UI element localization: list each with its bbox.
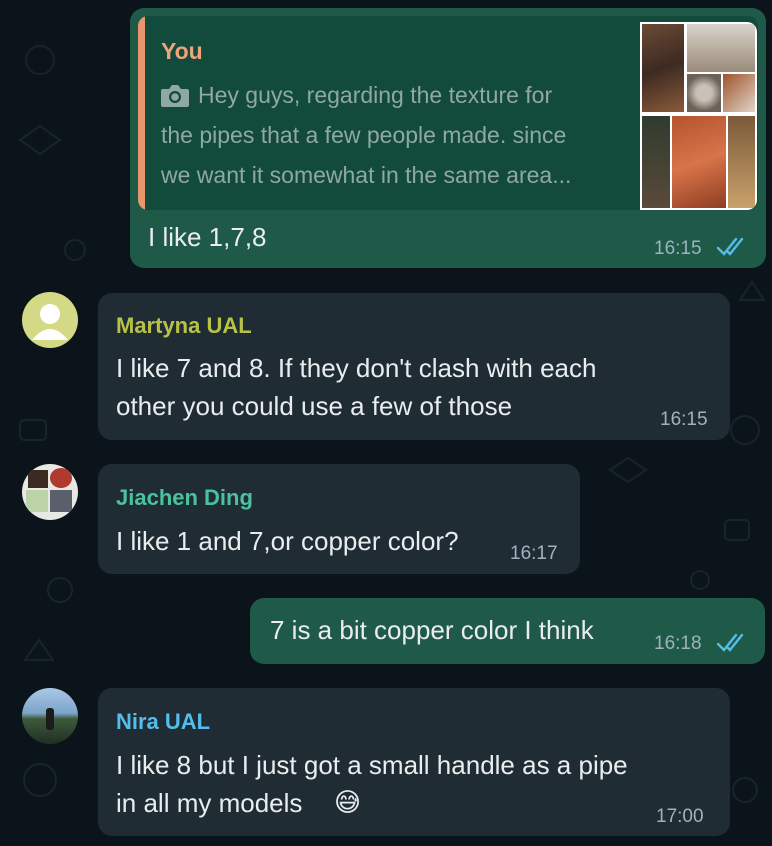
default-avatar-icon bbox=[32, 304, 68, 340]
read-ticks-icon bbox=[716, 632, 748, 659]
message-text: I like 7 and 8. If they don't clash with… bbox=[116, 353, 597, 383]
avatar[interactable] bbox=[22, 688, 78, 744]
outgoing-message-1[interactable]: You Hey guys, regarding the texture for … bbox=[130, 8, 766, 268]
incoming-message-2[interactable]: Martyna UAL I like 7 and 8. If they don'… bbox=[98, 293, 730, 440]
message-text: other you could use a few of those bbox=[116, 391, 513, 421]
quote-sender: You bbox=[161, 38, 203, 64]
avatar[interactable] bbox=[22, 292, 78, 348]
camera-icon bbox=[160, 83, 190, 114]
quote-line: Hey guys, regarding the texture for bbox=[198, 82, 553, 108]
message-time: 17:00 bbox=[656, 806, 704, 827]
sender-name[interactable]: Jiachen Ding bbox=[116, 485, 253, 511]
quote-line: we want it somewhat in the same area... bbox=[161, 162, 572, 188]
message-text: I like 8 but I just got a small handle a… bbox=[116, 750, 628, 780]
incoming-message-5[interactable]: Nira UAL I like 8 but I just got a small… bbox=[98, 688, 730, 836]
reply-quote[interactable]: You Hey guys, regarding the texture for … bbox=[138, 16, 758, 210]
quote-accent-bar bbox=[138, 16, 145, 210]
sender-name[interactable]: Nira UAL bbox=[116, 709, 210, 735]
avatar[interactable] bbox=[22, 464, 78, 520]
outgoing-message-4[interactable]: 7 is a bit copper color I think 16:18 bbox=[250, 598, 765, 664]
message-time: 16:18 bbox=[654, 633, 702, 654]
quote-line: the pipes that a few people made. since bbox=[161, 122, 567, 148]
message-time: 16:15 bbox=[654, 238, 702, 259]
incoming-message-3[interactable]: Jiachen Ding I like 1 and 7,or copper co… bbox=[98, 464, 580, 574]
message-text: 7 is a bit copper color I think bbox=[270, 615, 594, 645]
grinning-sweat-emoji: 😅 bbox=[334, 788, 362, 818]
message-time: 16:15 bbox=[660, 409, 708, 430]
sender-name[interactable]: Martyna UAL bbox=[116, 313, 252, 339]
read-ticks-icon bbox=[716, 236, 748, 263]
message-text: in all my models bbox=[116, 788, 303, 818]
quoted-image-thumbnail[interactable] bbox=[640, 22, 757, 210]
message-text: I like 1,7,8 bbox=[148, 222, 267, 252]
message-text: I like 1 and 7,or copper color? bbox=[116, 526, 459, 556]
message-time: 16:17 bbox=[510, 543, 558, 564]
